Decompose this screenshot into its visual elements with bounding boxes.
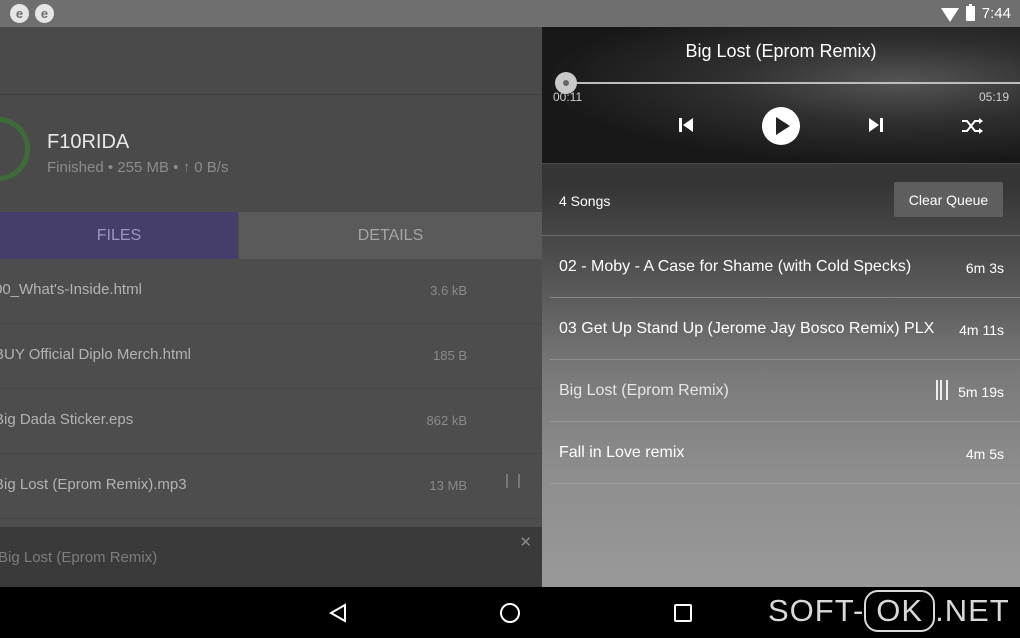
file-row[interactable]: Big Lost (Eprom Remix).mp3 13 MB bbox=[0, 454, 542, 519]
status-bar: e e 7:44 bbox=[0, 0, 1020, 27]
file-name: Big Lost (Eprom Remix).mp3 bbox=[0, 476, 187, 493]
next-button[interactable] bbox=[866, 116, 886, 134]
total-time: 05:19 bbox=[978, 90, 1009, 104]
equalizer-icon bbox=[506, 474, 520, 488]
song-title: Big Lost (Eprom Remix) bbox=[559, 382, 729, 399]
clear-queue-button[interactable]: Clear Queue bbox=[894, 182, 1003, 217]
song-title: 02 - Moby - A Case for Shame (with Cold … bbox=[559, 258, 912, 275]
elapsed-time: 00:11 bbox=[553, 90, 583, 104]
now-playing-title: Big Lost (Eprom Remix) bbox=[685, 41, 877, 61]
queue-item[interactable]: 03 Get Up Stand Up (Jerome Jay Bosco Rem… bbox=[550, 298, 1020, 360]
torrent-status-line: Finished • 255 MB • ↑ 0 B/s bbox=[47, 159, 228, 176]
file-size: 13 MB bbox=[429, 478, 467, 493]
music-player-pane: Big Lost (Eprom Remix) 00:11 05:19 4 Son… bbox=[542, 27, 1020, 587]
status-clock: 7:44 bbox=[981, 5, 1011, 22]
separator-dot: • bbox=[107, 159, 118, 176]
battery-icon bbox=[965, 4, 975, 21]
home-icon[interactable] bbox=[500, 603, 520, 623]
queue-count: 4 Songs bbox=[559, 193, 611, 209]
torrent-status: Finished bbox=[47, 159, 104, 176]
bittorrent-notification-icon: e bbox=[10, 4, 29, 23]
skip-next-icon bbox=[869, 118, 883, 132]
file-name: Big Dada Sticker.eps bbox=[0, 411, 134, 428]
play-button[interactable] bbox=[762, 107, 800, 145]
file-size: 862 kB bbox=[426, 413, 467, 428]
recent-apps-icon[interactable] bbox=[674, 604, 692, 622]
torrent-detail-pane: F10RIDA Finished • 255 MB • ↑ 0 B/s FILE… bbox=[0, 27, 542, 587]
watermark: SOFT- OK .NET bbox=[768, 590, 1010, 632]
song-duration: 6m 3s bbox=[965, 260, 1004, 276]
tab-files[interactable]: FILES bbox=[0, 212, 238, 259]
torrent-header: F10RIDA Finished • 255 MB • ↑ 0 B/s bbox=[0, 95, 542, 211]
torrent-size: 255 MB bbox=[117, 159, 169, 176]
shuffle-button[interactable] bbox=[960, 117, 984, 135]
divider bbox=[542, 163, 1020, 164]
file-size: 185 B bbox=[433, 348, 467, 363]
song-duration: 5m 19s bbox=[958, 384, 1004, 400]
queue-item[interactable]: 02 - Moby - A Case for Shame (with Cold … bbox=[550, 236, 1020, 298]
upload-arrow-icon: ↑ bbox=[182, 159, 191, 176]
progress-ring bbox=[0, 117, 30, 181]
seek-bar[interactable] bbox=[567, 82, 1020, 84]
file-row[interactable]: BUY Official Diplo Merch.html 185 B bbox=[0, 324, 542, 389]
tab-details[interactable]: DETAILS bbox=[239, 212, 542, 259]
skip-previous-icon bbox=[679, 118, 693, 132]
app-bar bbox=[0, 27, 542, 95]
back-icon[interactable] bbox=[327, 602, 349, 624]
queue-list: 02 - Moby - A Case for Shame (with Cold … bbox=[550, 236, 1020, 484]
song-title: 03 Get Up Stand Up (Jerome Jay Bosco Rem… bbox=[559, 320, 935, 337]
previous-button[interactable] bbox=[676, 116, 696, 134]
separator-dot: • bbox=[173, 159, 183, 176]
torrent-name: F10RIDA bbox=[47, 131, 130, 153]
mini-player[interactable]: Big Lost (Eprom Remix) ✕ bbox=[0, 527, 542, 587]
play-icon bbox=[776, 117, 790, 135]
tab-bar: FILES DETAILS bbox=[0, 212, 542, 259]
song-title: Fall in Love remix bbox=[559, 444, 685, 461]
song-duration: 4m 11s bbox=[959, 322, 1004, 338]
close-icon[interactable]: ✕ bbox=[519, 533, 532, 551]
queue-item-current[interactable]: Big Lost (Eprom Remix) 5m 19s bbox=[550, 360, 1020, 422]
queue-item[interactable]: Fall in Love remix 4m 5s bbox=[550, 422, 1020, 484]
mini-player-title: Big Lost (Eprom Remix) bbox=[0, 549, 158, 566]
file-row[interactable]: Big Dada Sticker.eps 862 kB bbox=[0, 389, 542, 454]
file-name: BUY Official Diplo Merch.html bbox=[0, 346, 192, 363]
song-duration: 4m 5s bbox=[965, 446, 1004, 462]
bittorrent-notification-icon: e bbox=[35, 4, 54, 23]
file-size: 3.6 kB bbox=[430, 283, 467, 298]
file-list: 00_What's-Inside.html 3.6 kB BUY Officia… bbox=[0, 259, 542, 519]
file-name: 00_What's-Inside.html bbox=[0, 281, 142, 298]
file-row[interactable]: 00_What's-Inside.html 3.6 kB bbox=[0, 259, 542, 324]
shuffle-icon bbox=[962, 118, 983, 134]
upload-rate: 0 B/s bbox=[194, 159, 229, 176]
wifi-icon bbox=[940, 7, 959, 22]
equalizer-icon bbox=[936, 380, 948, 400]
